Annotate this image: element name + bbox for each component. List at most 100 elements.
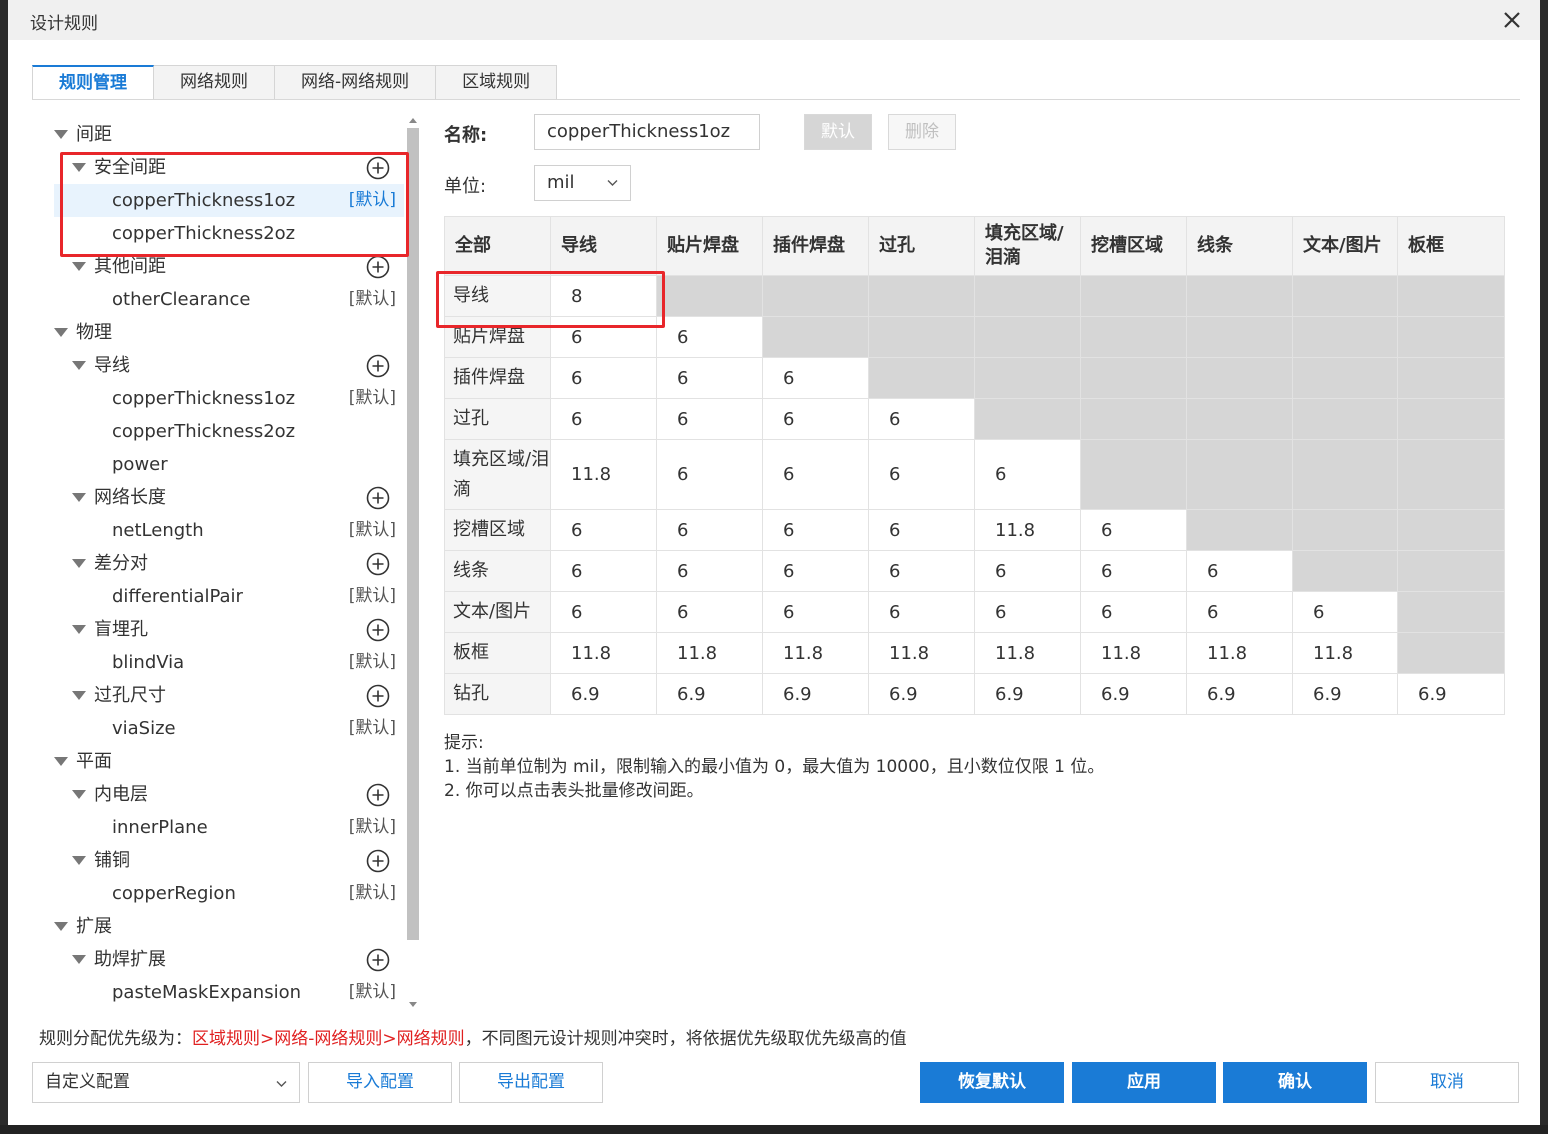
matrix-cell[interactable]: 6 xyxy=(1186,550,1293,592)
matrix-cell[interactable]: 6 xyxy=(656,550,763,592)
matrix-cell[interactable]: 6 xyxy=(656,357,763,399)
caret-down-icon[interactable] xyxy=(72,856,86,865)
tree-item[interactable]: 物理 xyxy=(38,316,404,349)
tab-2[interactable]: 网络-网络规则 xyxy=(275,65,437,100)
scroll-down-arrow[interactable] xyxy=(409,1002,417,1007)
add-circle-icon[interactable] xyxy=(366,684,390,708)
tree-item[interactable]: 导线 xyxy=(38,349,404,382)
matrix-cell[interactable]: 11.8 xyxy=(868,632,975,674)
add-circle-icon[interactable] xyxy=(366,156,390,180)
matrix-cell[interactable]: 6 xyxy=(762,509,869,551)
matrix-cell[interactable]: 6.9 xyxy=(868,673,975,715)
matrix-cell[interactable]: 6.9 xyxy=(1397,673,1505,715)
matrix-cell[interactable]: 6 xyxy=(868,398,975,440)
matrix-cell[interactable]: 6 xyxy=(1080,591,1187,633)
add-circle-icon[interactable] xyxy=(366,486,390,510)
matrix-cell[interactable]: 6.9 xyxy=(656,673,763,715)
matrix-cell[interactable]: 6 xyxy=(550,509,657,551)
tab-3[interactable]: 区域规则 xyxy=(436,65,558,100)
tree-item[interactable]: netLength [默认] xyxy=(54,514,404,547)
tree-item[interactable]: copperThickness1oz [默认] xyxy=(54,184,404,217)
caret-down-icon[interactable] xyxy=(72,493,86,502)
matrix-cell[interactable]: 11.8 xyxy=(762,632,869,674)
tree-item[interactable]: 安全间距 xyxy=(38,151,404,184)
caret-down-icon[interactable] xyxy=(54,130,68,139)
matrix-cell[interactable]: 6 xyxy=(656,509,763,551)
delete-button[interactable]: 删除 xyxy=(888,114,956,150)
tree-item[interactable]: 平面 xyxy=(38,745,404,778)
tree-item[interactable]: copperThickness2oz xyxy=(54,217,404,250)
matrix-header-cell[interactable]: 挖槽区域 xyxy=(1080,216,1187,276)
tree-item[interactable]: 其他间距 xyxy=(38,250,404,283)
tree-item[interactable]: 盲埋孔 xyxy=(38,613,404,646)
cancel-button[interactable]: 取消 xyxy=(1375,1062,1519,1103)
export-config-button[interactable]: 导出配置 xyxy=(459,1062,603,1103)
add-circle-icon[interactable] xyxy=(366,255,390,279)
close-icon[interactable] xyxy=(1498,6,1526,34)
matrix-header-cell[interactable]: 填充区域/泪滴 xyxy=(974,216,1081,276)
matrix-cell[interactable]: 6 xyxy=(656,316,763,358)
name-input[interactable]: copperThickness1oz xyxy=(534,114,760,150)
matrix-cell[interactable]: 6 xyxy=(1080,550,1187,592)
matrix-cell[interactable]: 11.8 xyxy=(550,632,657,674)
matrix-cell[interactable]: 6 xyxy=(656,591,763,633)
tree-item[interactable]: differentialPair [默认] xyxy=(54,580,404,613)
matrix-header-cell[interactable]: 文本/图片 xyxy=(1292,216,1398,276)
caret-down-icon[interactable] xyxy=(54,922,68,931)
matrix-cell[interactable]: 6 xyxy=(762,357,869,399)
matrix-cell[interactable]: 6 xyxy=(762,439,869,510)
tree-item[interactable]: 差分对 xyxy=(38,547,404,580)
confirm-button[interactable]: 确认 xyxy=(1223,1062,1367,1103)
add-circle-icon[interactable] xyxy=(366,552,390,576)
matrix-cell[interactable]: 6.9 xyxy=(762,673,869,715)
matrix-cell[interactable]: 6 xyxy=(762,398,869,440)
restore-default-button[interactable]: 恢复默认 xyxy=(920,1062,1064,1103)
matrix-header-cell[interactable]: 插件焊盘 xyxy=(762,216,869,276)
matrix-cell[interactable]: 6.9 xyxy=(1292,673,1398,715)
tab-0[interactable]: 规则管理 xyxy=(32,65,154,100)
caret-down-icon[interactable] xyxy=(54,757,68,766)
config-select[interactable]: 自定义配置 xyxy=(32,1062,300,1103)
matrix-cell[interactable]: 11.8 xyxy=(656,632,763,674)
matrix-cell[interactable]: 11.8 xyxy=(550,439,657,510)
caret-down-icon[interactable] xyxy=(72,955,86,964)
matrix-cell[interactable]: 11.8 xyxy=(1186,632,1293,674)
caret-down-icon[interactable] xyxy=(72,559,86,568)
matrix-cell[interactable]: 6 xyxy=(1186,591,1293,633)
add-circle-icon[interactable] xyxy=(366,849,390,873)
tree-item[interactable]: otherClearance [默认] xyxy=(54,283,404,316)
caret-down-icon[interactable] xyxy=(72,691,86,700)
tree-item[interactable]: innerPlane [默认] xyxy=(54,811,404,844)
add-circle-icon[interactable] xyxy=(366,948,390,972)
matrix-cell[interactable]: 6 xyxy=(868,591,975,633)
matrix-cell[interactable]: 6 xyxy=(974,550,1081,592)
tree-item[interactable]: 过孔尺寸 xyxy=(38,679,404,712)
matrix-cell[interactable]: 6 xyxy=(550,591,657,633)
caret-down-icon[interactable] xyxy=(72,361,86,370)
matrix-cell[interactable]: 6.9 xyxy=(974,673,1081,715)
matrix-cell[interactable]: 6 xyxy=(974,439,1081,510)
matrix-cell[interactable]: 11.8 xyxy=(974,632,1081,674)
matrix-cell[interactable]: 11.8 xyxy=(1292,632,1398,674)
tree-item[interactable]: 内电层 xyxy=(38,778,404,811)
matrix-cell[interactable]: 6 xyxy=(550,550,657,592)
matrix-cell[interactable]: 6.9 xyxy=(1080,673,1187,715)
tree-item[interactable]: copperThickness2oz xyxy=(54,415,404,448)
matrix-cell[interactable]: 6 xyxy=(868,550,975,592)
matrix-cell[interactable]: 6 xyxy=(762,550,869,592)
matrix-cell[interactable]: 6 xyxy=(868,509,975,551)
matrix-cell[interactable]: 6 xyxy=(974,591,1081,633)
import-config-button[interactable]: 导入配置 xyxy=(308,1062,452,1103)
matrix-cell[interactable]: 6 xyxy=(550,316,657,358)
tree-item[interactable]: 铺铜 xyxy=(38,844,404,877)
caret-down-icon[interactable] xyxy=(72,262,86,271)
scroll-up-arrow[interactable] xyxy=(409,118,417,123)
matrix-cell[interactable]: 6 xyxy=(762,591,869,633)
tree-item[interactable]: copperThickness1oz [默认] xyxy=(54,382,404,415)
caret-down-icon[interactable] xyxy=(72,625,86,634)
matrix-header-cell[interactable]: 导线 xyxy=(550,216,657,276)
matrix-cell[interactable]: 11.8 xyxy=(974,509,1081,551)
caret-down-icon[interactable] xyxy=(72,790,86,799)
tree-item[interactable]: 扩展 xyxy=(38,910,404,943)
tree-item[interactable]: blindVia [默认] xyxy=(54,646,404,679)
